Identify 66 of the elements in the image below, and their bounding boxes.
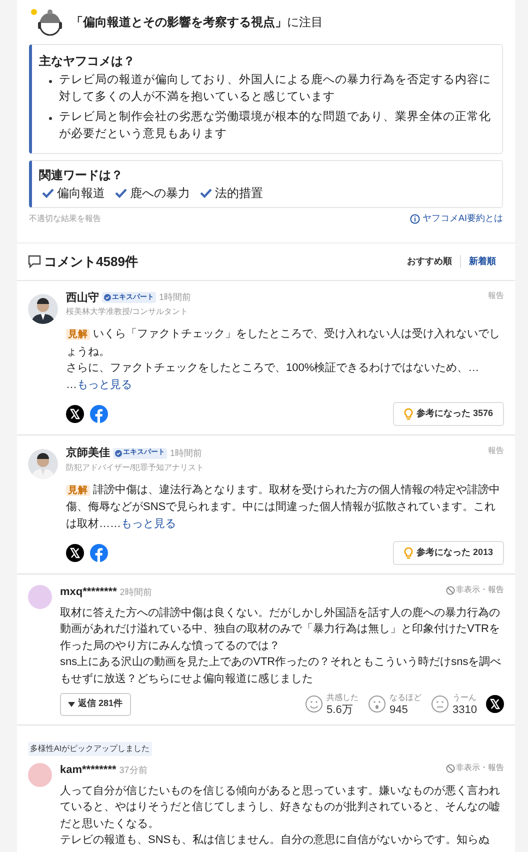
- comment-text: 人って自分が信じたいものを信じる傾向があると思っています。嫌いなものが悪く言われていると、やはりそうだと信じてしまうし、好きなものが批判されていると、そんなの嘘だと思いたくなる。: [60, 784, 501, 832]
- reaction-button[interactable]: 共感した 5.6万: [304, 692, 359, 716]
- panel-title: 主なヤフコメは？: [39, 53, 136, 70]
- expert-title: 防犯アドバイザー/犯罪予知アナリスト: [66, 462, 204, 474]
- post-time: 1時間前: [170, 446, 202, 460]
- sort-tab[interactable]: 新着順: [460, 254, 504, 268]
- user-name: kam********: [60, 763, 116, 778]
- sort-tab[interactable]: おすすめ順: [399, 254, 460, 268]
- facebook-logo-icon[interactable]: [90, 544, 108, 562]
- block-icon: [446, 586, 455, 594]
- reaction-button[interactable]: うーん 3310: [430, 692, 477, 716]
- check-icon: [200, 188, 212, 198]
- summary-heading: 「偏向報道とその影響を考察する視点」に注目: [71, 14, 323, 31]
- keyword: 鹿への暴力: [130, 185, 190, 202]
- comment-text: テレビの報道も、SNSも、私は信じません。自分の意思に自信がないからです。知らぬ: [60, 833, 491, 848]
- post-time: 2時間前: [120, 586, 152, 598]
- avatar-icon: [28, 585, 52, 609]
- comments-title: コメント4589件: [44, 252, 138, 271]
- summary-point: テレビ局と制作会社の劣悪な労働環境が根本的な問題であり、業界全体の正常化が必要だという意見もあります: [59, 110, 492, 142]
- triangle-down-icon: [68, 702, 75, 706]
- verified-icon: [104, 294, 111, 302]
- surprised-face-icon: [368, 695, 386, 713]
- user-name: mxq********: [60, 585, 117, 600]
- helpful-button[interactable]: 参考になった 3576: [393, 402, 504, 426]
- panel-title: 関連ワードは？: [39, 167, 124, 184]
- comment-icon: [28, 255, 41, 268]
- info-icon: [410, 214, 420, 224]
- post-time: 37分前: [119, 764, 148, 776]
- x-logo-icon[interactable]: [486, 695, 504, 713]
- comment-text: 見解 誹謗中傷は、違法行為となります。取材を受けられた方の個人情報の特定や誹謗中傷、侮辱などがSNSで見られます。中には間違った個人情報が拡散されています。これは取材……もっと見る: [66, 482, 501, 532]
- check-icon: [115, 188, 127, 198]
- avatar-icon: [28, 763, 52, 787]
- helpful-button[interactable]: 参考になった 2013: [393, 541, 504, 565]
- expert-title: 桜美林大学准教授/コンサルタント: [66, 306, 190, 318]
- comment-text: 取材に答えた方への誹謗中傷は良くない。だがしかし外国語を話す人の鹿への暴力行為の動画があれだけ溢れている中、独自の取材のみで「暴力行為は無し」と印象付けたVTRを作った局のやり方にみんな憤ってるのでは？: [60, 606, 501, 654]
- read-more-link[interactable]: もっと見る: [121, 518, 176, 530]
- comment-text: sns上にある沢山の動画を見た上であのVTR作ったの？それともこういう時だけsnsを調べもせずに放送？どちらにせよ偏向報道に感じました: [60, 654, 502, 686]
- smiley-icon: [304, 695, 323, 713]
- user-name: 京師美佳: [66, 445, 110, 461]
- read-more-link[interactable]: もっと見る: [77, 378, 132, 390]
- robot-mascot-icon: [29, 6, 65, 38]
- bullet-icon: [49, 117, 52, 120]
- summary-point: テレビ局の報道が偏向しており、外国人による鹿への暴力行為を否定する内容に対して多くの人が不満を抱いていると感じています: [59, 72, 492, 105]
- block-icon: [446, 764, 455, 772]
- about-link[interactable]: ヤフコメAI要約とは: [422, 212, 503, 226]
- lightbulb-icon: [404, 546, 414, 560]
- comment-text: …もっと見る: [66, 378, 133, 392]
- post-time: 1時間前: [159, 291, 192, 304]
- x-logo-icon[interactable]: [66, 405, 84, 423]
- user-name: 西山守: [66, 290, 99, 306]
- hide-report-link[interactable]: 非表示・報告: [456, 584, 504, 596]
- pickup-label: 多様性AIがピックアップしました: [28, 742, 152, 756]
- reaction-button[interactable]: なるほど 945: [368, 692, 422, 716]
- hide-report-link[interactable]: 非表示・報告: [456, 762, 504, 774]
- bullet-icon: [49, 80, 52, 83]
- thinking-face-icon: [430, 695, 449, 713]
- replies-button[interactable]: 返信 281件: [60, 692, 131, 716]
- comment-text: 見解 いくら「ファクトチェック」をしたところで、受け入れない人は受け入れないでしょうね。: [66, 326, 501, 360]
- check-icon: [42, 188, 54, 198]
- keyword: 偏向報道: [57, 185, 105, 202]
- keyword: 法的措置: [215, 185, 263, 202]
- comment-text: さらに、ファクトチェックをしたところで、100%検証できるわけではないため、…: [66, 361, 480, 376]
- x-logo-icon[interactable]: [66, 544, 84, 562]
- verified-icon: [115, 450, 122, 457]
- lightbulb-icon: [404, 408, 414, 420]
- facebook-logo-icon[interactable]: [90, 405, 108, 423]
